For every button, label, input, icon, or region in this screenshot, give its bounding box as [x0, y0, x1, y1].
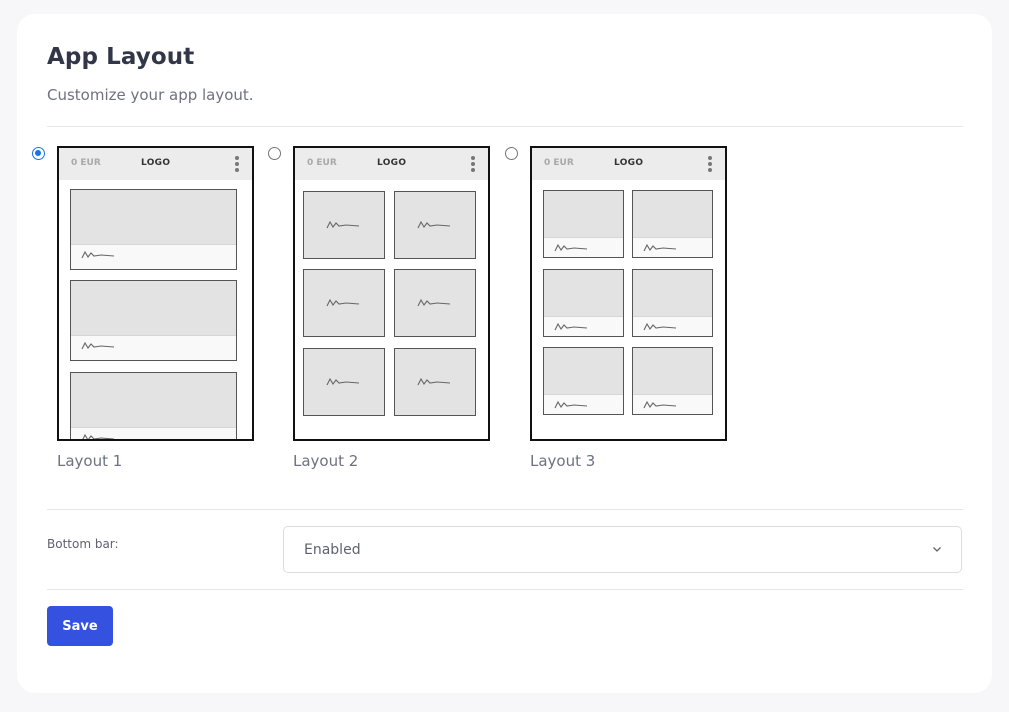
divider-bottom: [47, 589, 963, 590]
preview-card: [70, 372, 237, 439]
squiggle-icon: [554, 243, 588, 252]
settings-card: App Layout Customize your app layout. 0 …: [17, 14, 992, 693]
preview-card: [303, 269, 385, 337]
layout-2-preview[interactable]: 0 EUR LOGO: [293, 146, 490, 441]
preview-card: [632, 269, 713, 337]
squiggle-icon: [643, 322, 677, 331]
layout-2-radio[interactable]: [268, 147, 281, 160]
preview-currency: 0 EUR: [71, 158, 101, 168]
squiggle-icon: [417, 220, 451, 229]
kebab-menu-icon: [471, 156, 475, 174]
preview-card: [394, 348, 476, 416]
layout-3-radio[interactable]: [505, 147, 518, 160]
bottom-bar-label: Bottom bar:: [47, 537, 119, 551]
preview-card: [543, 190, 624, 258]
kebab-menu-icon: [708, 156, 712, 174]
divider-top: [47, 126, 963, 127]
preview-card: [394, 191, 476, 259]
layout-3-preview[interactable]: 0 EUR LOGO: [530, 146, 727, 441]
squiggle-icon: [554, 400, 588, 409]
preview-header: 0 EUR LOGO: [295, 148, 488, 180]
squiggle-icon: [417, 377, 451, 386]
preview-card: [70, 280, 237, 361]
preview-logo: LOGO: [141, 158, 171, 168]
squiggle-icon: [554, 322, 588, 331]
preview-card: [632, 347, 713, 415]
squiggle-icon: [326, 298, 360, 307]
squiggle-icon: [643, 400, 677, 409]
preview-card: [543, 347, 624, 415]
divider-middle: [47, 509, 963, 510]
bottom-bar-select[interactable]: Enabled: [283, 526, 962, 573]
layout-3-label: Layout 3: [530, 452, 596, 470]
squiggle-icon: [326, 220, 360, 229]
squiggle-icon: [643, 243, 677, 252]
preview-card: [543, 269, 624, 337]
squiggle-icon: [417, 298, 451, 307]
preview-header: 0 EUR LOGO: [59, 148, 252, 180]
squiggle-icon: [326, 377, 360, 386]
chevron-down-icon: [933, 547, 941, 552]
bottom-bar-value: Enabled: [304, 542, 361, 558]
preview-card: [303, 348, 385, 416]
preview-header: 0 EUR LOGO: [532, 148, 725, 180]
save-button[interactable]: Save: [47, 606, 113, 646]
page-title: App Layout: [47, 44, 195, 70]
preview-currency: 0 EUR: [544, 158, 574, 168]
preview-logo: LOGO: [377, 158, 407, 168]
layout-1-radio[interactable]: [32, 147, 45, 160]
preview-logo: LOGO: [614, 158, 644, 168]
squiggle-icon: [81, 341, 115, 350]
layout-1-label: Layout 1: [57, 452, 123, 470]
preview-card: [632, 190, 713, 258]
preview-card: [70, 189, 237, 270]
squiggle-icon: [81, 250, 115, 259]
preview-card: [303, 191, 385, 259]
preview-currency: 0 EUR: [307, 158, 337, 168]
layout-1-preview[interactable]: 0 EUR LOGO: [57, 146, 254, 441]
layout-2-label: Layout 2: [293, 452, 359, 470]
kebab-menu-icon: [235, 156, 239, 174]
squiggle-icon: [82, 433, 115, 439]
preview-card: [394, 269, 476, 337]
page-subtitle: Customize your app layout.: [47, 86, 254, 104]
